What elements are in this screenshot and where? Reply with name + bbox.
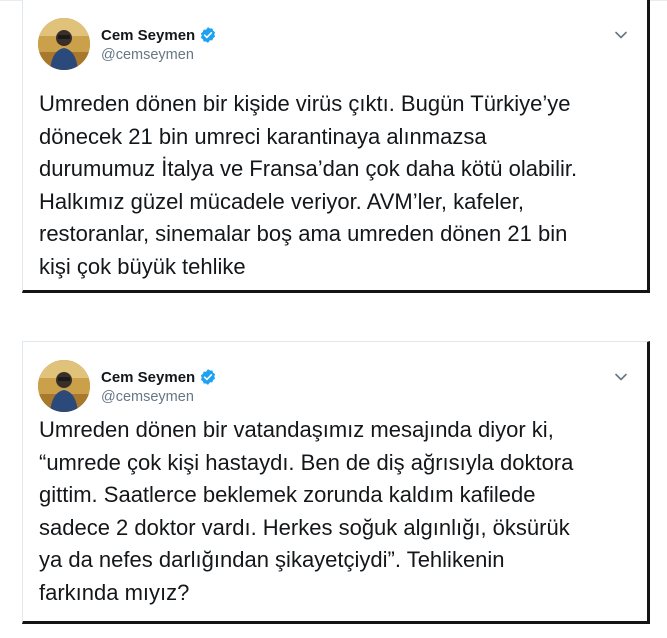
avatar[interactable] (38, 18, 90, 70)
author-name[interactable]: Cem Seymen (101, 27, 195, 44)
tweet-text-line: Halkımız güzel mücadele veriyor. AVM’ler… (39, 188, 525, 214)
tweet-text-line: kişi çok büyük tehlike (39, 253, 246, 279)
tweet-text-line: durumumuz İtalya ve Fransa’dan çok daha … (39, 156, 578, 182)
tweet-text-line: restoranlar, sinemalar boş ama umreden d… (39, 221, 568, 247)
tweet-text: Umreden dönen bir kişide virüs çıktı. Bu… (39, 88, 639, 284)
chevron-down-icon[interactable] (614, 28, 628, 42)
author-name[interactable]: Cem Seymen (101, 369, 195, 386)
tweet-text-line: ya da nefes darlığından şikayetçiydi”. T… (39, 547, 505, 573)
tweet-text-line: sadece 2 doktor vardı. Herkes soğuk algı… (39, 514, 570, 540)
author-handle[interactable]: @cemseymen (101, 389, 194, 405)
tweet-text-line: gittim. Saatlerce beklemek zorunda kaldı… (39, 482, 536, 508)
tweet-header: Cem Seymen @cemseymen (38, 18, 628, 72)
tweet-card-1[interactable]: Cem Seymen @cemseymen Umreden dönen bir … (22, 0, 650, 293)
tweet-text-line: dönecek 21 bin umreci karantinaya alınma… (39, 123, 487, 149)
tweet-text-line: farkında mıyız? (39, 579, 190, 605)
author-handle[interactable]: @cemseymen (101, 47, 194, 63)
tweet-header: Cem Seymen @cemseymen (38, 360, 628, 414)
tweet-text-line: Umreden dönen bir vatandaşımız mesajında… (39, 417, 554, 442)
verified-badge-icon (199, 368, 217, 386)
tweet-text: Umreden dönen bir vatandaşımız mesajında… (39, 414, 639, 610)
tweet-card-2[interactable]: Cem Seymen @cemseymen Umreden dönen bir … (22, 341, 650, 624)
tweet-text-line: “umrede çok kişi hastaydı. Ben de diş ağ… (39, 449, 574, 475)
tweet-text-line: Umreden dönen bir kişide virüs çıktı. Bu… (39, 91, 571, 116)
avatar[interactable] (38, 360, 90, 412)
chevron-down-icon[interactable] (614, 370, 628, 384)
verified-badge-icon (199, 26, 217, 44)
